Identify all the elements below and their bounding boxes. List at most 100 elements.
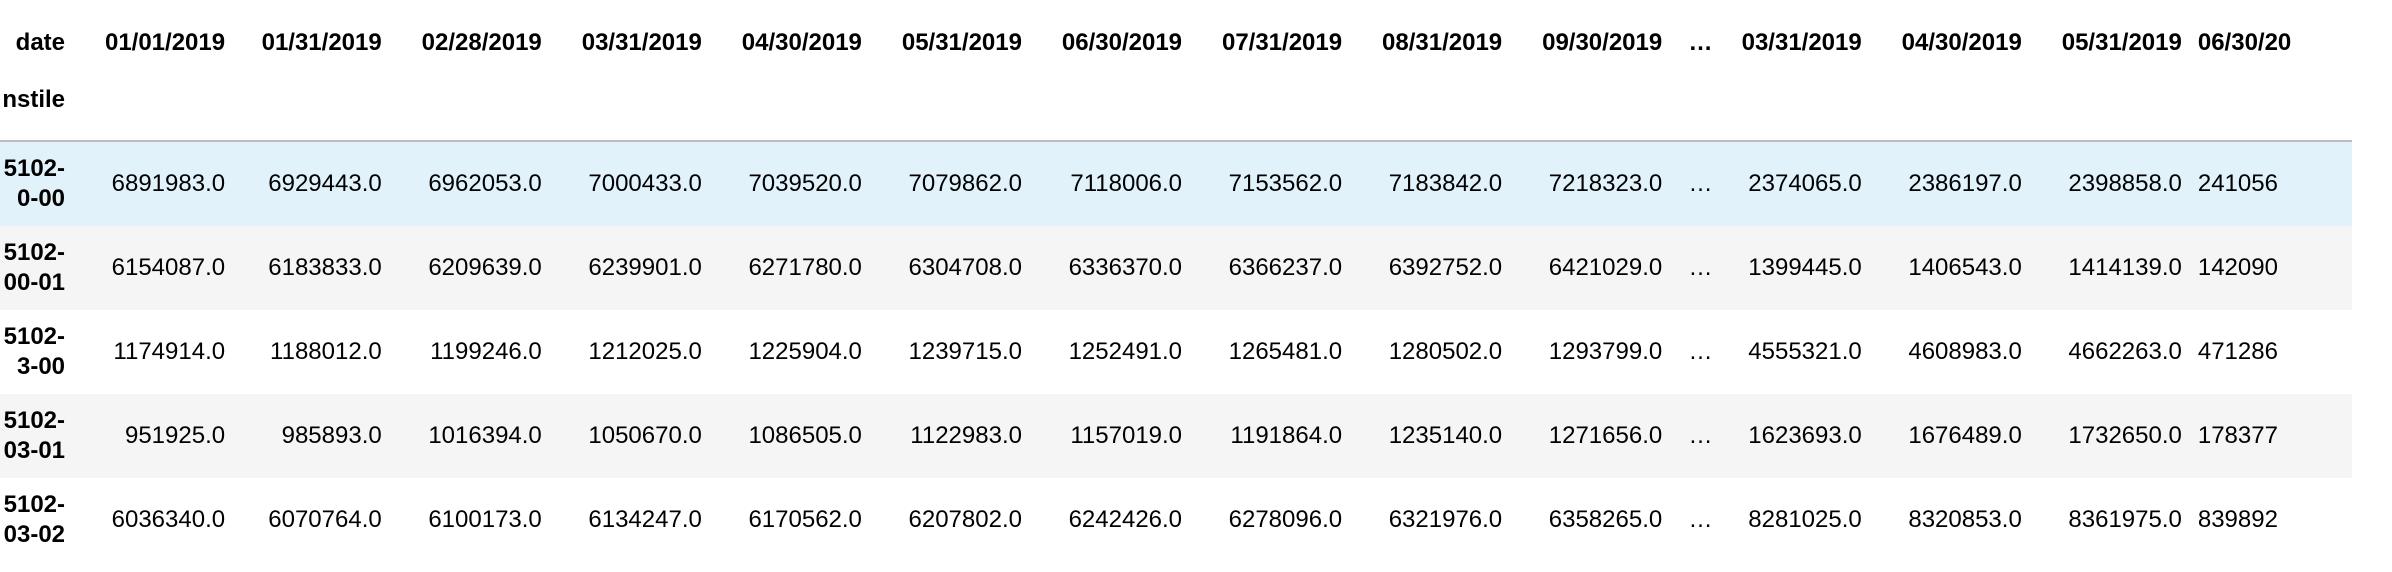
table-cell: 7153562.0 <box>1228 170 1343 197</box>
table-cell: 6321976.0 <box>1388 506 1503 533</box>
table-cell: 6929443.0 <box>268 170 382 197</box>
dataframe-table: date 01/01/2019 01/31/2019 02/28/2019 03… <box>0 0 2352 562</box>
row-index-name: nstile <box>0 86 82 142</box>
table-row[interactable]: 5102- 03-02 6036340.0 6070764.0 6100173.0 613… <box>0 478 2352 562</box>
table-cell: 8320853.0 <box>1908 506 2022 533</box>
table-cell: 4608983.0 <box>1908 338 2022 365</box>
table-cell: 1676489.0 <box>1908 422 2022 449</box>
table-cell: 6336370.0 <box>1068 254 1183 281</box>
row-index-part: 5102- <box>3 491 66 518</box>
table-cell: 6358265.0 <box>1548 506 1663 533</box>
table-cell: 7000433.0 <box>588 170 702 197</box>
column-header: 02/28/2019 <box>421 29 542 56</box>
table-cell: 241056 <box>2197 170 2278 197</box>
table-row[interactable]: 5102- 00-01 6154087.0 6183833.0 6209639.0 623… <box>0 226 2352 310</box>
table-cell: 985893.0 <box>281 422 382 449</box>
table-cell: 6962053.0 <box>428 170 542 197</box>
row-index-label: 5102- 03-01 <box>0 394 81 478</box>
cell-ellipsis: … <box>1688 170 1713 197</box>
table-cell: 6421029.0 <box>1548 254 1663 281</box>
table-cell: 4555321.0 <box>1748 338 1862 365</box>
table-cell: 2386197.0 <box>1908 170 2022 197</box>
table-cell: 6242426.0 <box>1068 506 1183 533</box>
column-header: 05/31/2019 <box>2061 29 2182 56</box>
row-index-label: 5102- 0-00 <box>0 141 81 226</box>
table-cell: 1086505.0 <box>748 422 862 449</box>
cell-ellipsis: … <box>1688 506 1713 533</box>
table-cell: 1414139.0 <box>2068 254 2182 281</box>
table-cell: 178377 <box>2197 422 2278 449</box>
table-cell: 4662263.0 <box>2068 338 2182 365</box>
table-cell: 6170562.0 <box>748 506 862 533</box>
column-header: 07/31/2019 <box>1221 29 1343 56</box>
table-cell: 6134247.0 <box>588 506 702 533</box>
table-cell: 1174914.0 <box>113 338 226 365</box>
table-cell: 6154087.0 <box>111 254 226 281</box>
table-cell: 1252491.0 <box>1068 338 1183 365</box>
table-row[interactable]: 5102- 0-00 6891983.0 6929443.0 6962053.0 7000… <box>0 141 2352 226</box>
table-cell: 1239715.0 <box>908 338 1022 365</box>
column-header: 04/30/2019 <box>741 29 862 56</box>
table-cell: 7039520.0 <box>748 170 862 197</box>
row-index-part: 03-02 <box>3 521 66 548</box>
column-header: 05/31/2019 <box>901 29 1022 56</box>
table-cell: 1212025.0 <box>588 338 702 365</box>
table-cell: 1235140.0 <box>1388 422 1503 449</box>
cell-ellipsis: … <box>1688 338 1713 365</box>
column-header: 08/31/2019 <box>1382 29 1503 56</box>
table-cell: 8361975.0 <box>2068 506 2182 533</box>
table-cell: 839892 <box>2197 506 2278 533</box>
table-cell: 6070764.0 <box>268 506 382 533</box>
table-cell: 1732650.0 <box>2068 422 2182 449</box>
column-header: 06/30/20 <box>2197 29 2292 56</box>
table-row[interactable]: 5102- 3-00 1174914.0 1188012.0 1199246.0 1212… <box>0 310 2352 394</box>
table-cell: 6209639.0 <box>428 254 542 281</box>
column-header: 03/31/2019 <box>1741 29 1862 56</box>
column-header: 04/30/2019 <box>1901 29 2022 56</box>
table-cell: 7118006.0 <box>1070 170 1183 197</box>
table-cell: 1199246.0 <box>430 338 542 365</box>
table-cell: 6100173.0 <box>428 506 542 533</box>
table-cell: 6304708.0 <box>908 254 1022 281</box>
table-cell: 2374065.0 <box>1748 170 1862 197</box>
table-cell: 6183833.0 <box>268 254 382 281</box>
table-cell: 471286 <box>2197 338 2278 365</box>
table-cell: 6891983.0 <box>111 170 226 197</box>
table-cell: 1191864.0 <box>1230 422 1343 449</box>
table-cell: 1406543.0 <box>1908 254 2022 281</box>
table-cell: 6366237.0 <box>1228 254 1343 281</box>
table-cell: 951925.0 <box>124 422 226 449</box>
table-cell: 7218323.0 <box>1548 170 1663 197</box>
row-index-part: 3-00 <box>16 353 66 380</box>
cell-ellipsis: … <box>1688 254 1713 281</box>
dataframe-viewport[interactable]: date 01/01/2019 01/31/2019 02/28/2019 03… <box>0 0 2392 572</box>
row-index-part: 00-01 <box>3 269 66 296</box>
column-header: 01/31/2019 <box>261 29 382 56</box>
table-cell: 1122983.0 <box>910 422 1022 449</box>
table-cell: 1271656.0 <box>1548 422 1663 449</box>
row-index-label: 5102- 03-02 <box>0 478 81 562</box>
table-row[interactable]: 5102- 03-01 951925.0 985893.0 1016394.0 10506… <box>0 394 2352 478</box>
table-cell: 7183842.0 <box>1388 170 1503 197</box>
table-cell: 8281025.0 <box>1748 506 1862 533</box>
column-header: 03/31/2019 <box>581 29 702 56</box>
table-cell: 6239901.0 <box>588 254 702 281</box>
table-cell: 6207802.0 <box>908 506 1022 533</box>
row-index-part: 5102- <box>3 407 66 434</box>
table-cell: 6271780.0 <box>748 254 862 281</box>
column-ellipsis: … <box>1688 29 1713 56</box>
table-cell: 1050670.0 <box>588 422 702 449</box>
row-index-part: 5102- <box>3 155 66 182</box>
table-cell: 1225904.0 <box>748 338 862 365</box>
table-cell: 1188012.0 <box>270 338 382 365</box>
table-cell: 2398858.0 <box>2068 170 2182 197</box>
table-cell: 1016394.0 <box>428 422 542 449</box>
table-cell: 7079862.0 <box>908 170 1022 197</box>
table-cell: 6392752.0 <box>1388 254 1503 281</box>
column-header: 06/30/2019 <box>1061 29 1183 56</box>
column-header: 09/30/2019 <box>1542 29 1663 56</box>
cell-ellipsis: … <box>1688 422 1713 449</box>
table-cell: 1157019.0 <box>1070 422 1183 449</box>
table-cell: 6036340.0 <box>111 506 226 533</box>
table-body: 5102- 0-00 6891983.0 6929443.0 6962053.0 7000… <box>0 141 2352 562</box>
